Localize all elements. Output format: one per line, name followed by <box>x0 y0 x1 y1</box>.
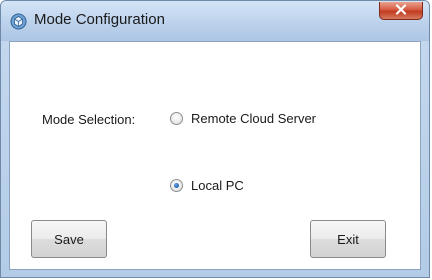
radio-button-selected[interactable] <box>170 179 183 192</box>
mode-selection-label: Mode Selection: <box>42 112 136 127</box>
radio-label-remote-cloud-server: Remote Cloud Server <box>191 111 316 126</box>
radio-button-unselected[interactable] <box>170 112 183 125</box>
radio-local-pc[interactable]: Local PC <box>170 178 244 193</box>
radio-remote-cloud-server[interactable]: Remote Cloud Server <box>170 111 316 126</box>
radio-label-local-pc: Local PC <box>191 178 244 193</box>
radio-selected-dot <box>174 183 179 188</box>
app-icon <box>10 13 27 30</box>
exit-button[interactable]: Exit <box>310 220 386 258</box>
close-button[interactable] <box>379 2 423 20</box>
window-title: Mode Configuration <box>34 11 165 28</box>
close-icon <box>395 2 407 20</box>
save-button[interactable]: Save <box>31 220 107 258</box>
mode-configuration-window: Mode Configuration Mode Selection: Remot… <box>0 0 430 278</box>
title-bar[interactable]: Mode Configuration <box>1 1 429 41</box>
dialog-content: Mode Selection: Remote Cloud Server Loca… <box>9 41 421 270</box>
